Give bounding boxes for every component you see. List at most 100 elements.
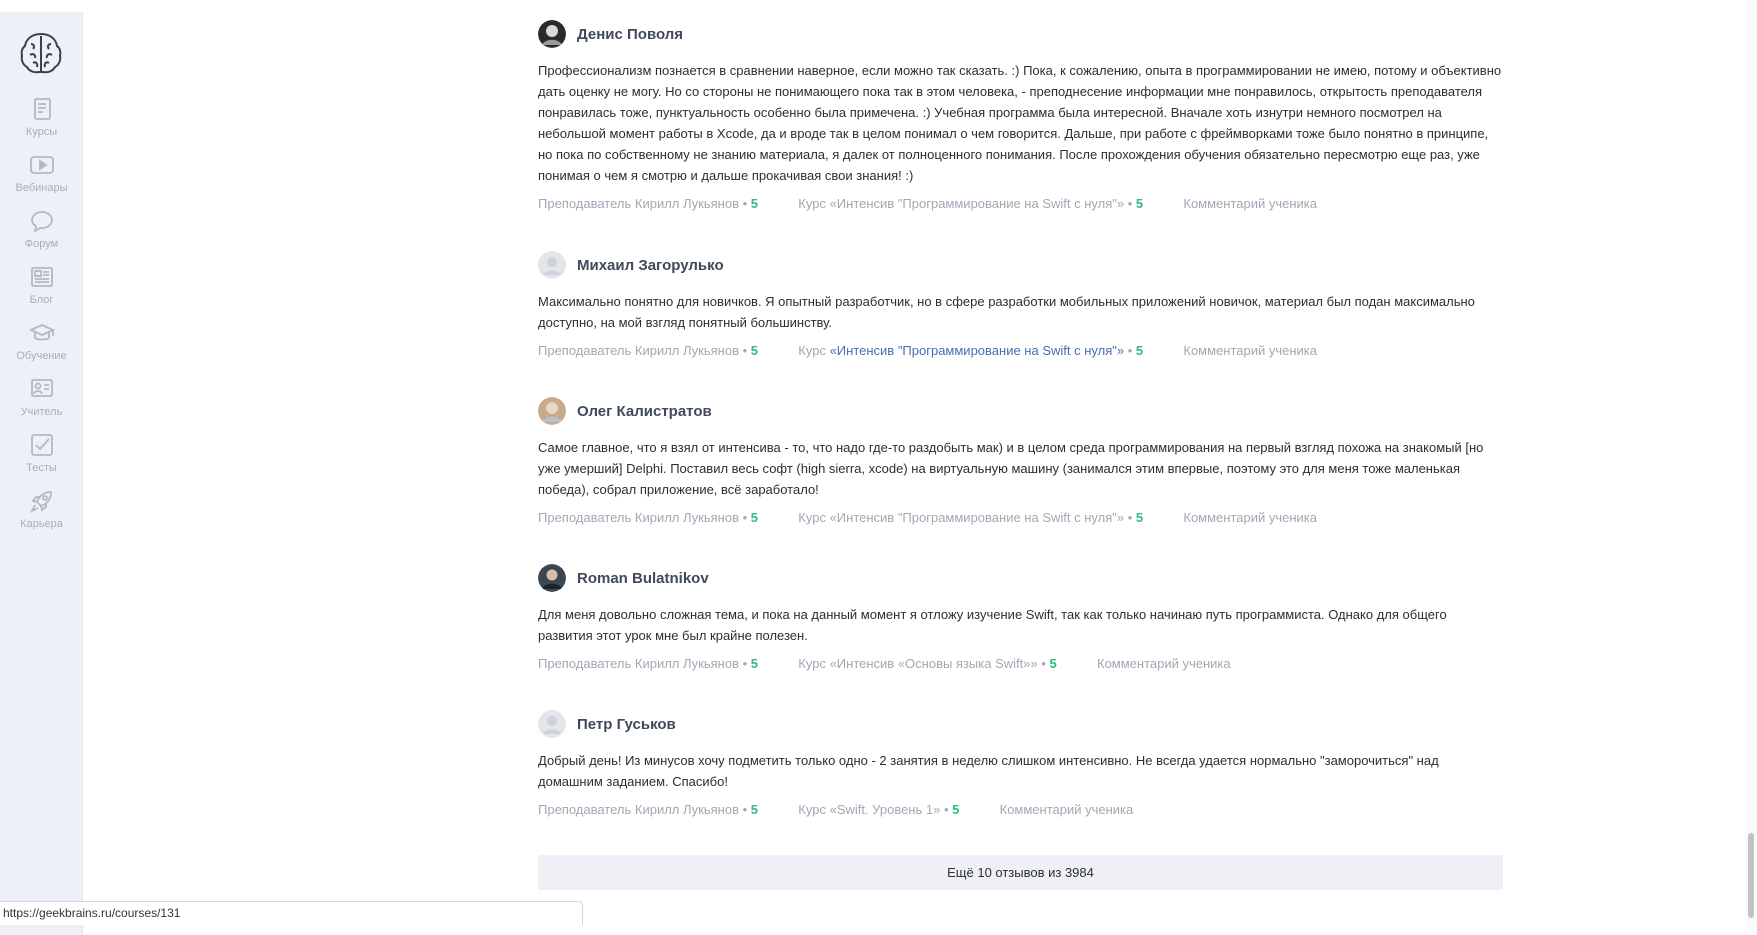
sidebar-item-learning[interactable]: Обучение	[0, 320, 83, 376]
play-icon	[29, 156, 54, 174]
review-text: Добрый день! Из минусов хочу подметить т…	[538, 753, 1439, 789]
separator-dot: •	[742, 510, 751, 525]
course-link[interactable]: «Интенсив "Программирование на Swift с н…	[830, 510, 1125, 525]
course-score: 5	[1135, 196, 1144, 211]
reviewer-name[interactable]: Roman Bulatnikov	[577, 570, 709, 587]
graduation-cap-icon	[28, 324, 55, 341]
teacher-score: 5	[750, 343, 759, 358]
course-link[interactable]: «Интенсив "Программирование на Swift с н…	[830, 196, 1125, 211]
student-comment-label: Комментарий ученика	[1183, 343, 1318, 358]
brain-logo-icon[interactable]	[18, 30, 64, 76]
sidebar-item-forum[interactable]: Форум	[0, 208, 83, 264]
reviewer-name[interactable]: Денис Поволя	[577, 26, 683, 43]
chat-bubble-icon	[30, 211, 53, 233]
sidebar-item-label: Форум	[24, 238, 59, 250]
sidebar: Курсы Вебинары Форум Блог Обучение Учите…	[0, 12, 83, 935]
course-prefix: Курс	[798, 656, 830, 671]
sidebar-item-blog[interactable]: Блог	[0, 264, 83, 320]
review-item: Михаил Загорулько Максимально понятно дл…	[538, 251, 1504, 358]
status-bar-url: https://geekbrains.ru/courses/131	[0, 901, 583, 925]
review-item: Денис Поволя Профессионализм познается в…	[538, 20, 1504, 211]
teacher-link[interactable]: Преподаватель Кирилл Лукьянов	[538, 802, 739, 817]
review-text: Для меня довольно сложная тема, и пока н…	[538, 607, 1447, 643]
review-item: Петр Гуськов Добрый день! Из минусов хоч…	[538, 710, 1504, 817]
sidebar-item-career[interactable]: Карьера	[0, 488, 83, 544]
sidebar-item-label: Блог	[29, 294, 54, 306]
review-meta: Преподаватель Кирилл Лукьянов • 5 Курс «…	[538, 510, 1504, 525]
separator-dot: •	[742, 656, 751, 671]
avatar[interactable]	[538, 20, 566, 48]
review-meta: Преподаватель Кирилл Лукьянов • 5 Курс «…	[538, 343, 1504, 358]
avatar[interactable]	[538, 564, 566, 592]
separator-dot: •	[742, 196, 751, 211]
course-score: 5	[952, 802, 960, 817]
review-header: Олег Калистратов	[538, 397, 1504, 425]
review-header: Roman Bulatnikov	[538, 564, 1504, 592]
separator-dot: •	[943, 802, 953, 817]
student-comment-label: Комментарий ученика	[1097, 656, 1231, 671]
teacher-board-icon	[30, 379, 53, 397]
review-header: Михаил Загорулько	[538, 251, 1504, 279]
teacher-link[interactable]: Преподаватель Кирилл Лукьянов	[538, 656, 739, 671]
separator-dot: •	[1041, 656, 1050, 671]
course-link[interactable]: «Интенсив «Основы языка Swift»»	[830, 656, 1038, 671]
sidebar-item-tests[interactable]: Тесты	[0, 432, 83, 488]
course-link[interactable]: «Интенсив "Программирование на Swift с н…	[830, 343, 1125, 358]
review-text: Самое главное, что я взял от интенсива -…	[538, 440, 1484, 497]
review-header: Петр Гуськов	[538, 710, 1504, 738]
separator-dot: •	[742, 802, 751, 817]
teacher-link[interactable]: Преподаватель Кирилл Лукьянов	[538, 343, 739, 358]
teacher-score: 5	[750, 196, 759, 211]
review-item: Roman Bulatnikov Для меня довольно сложн…	[538, 564, 1504, 671]
review-meta: Преподаватель Кирилл Лукьянов • 5 Курс «…	[538, 196, 1504, 211]
course-prefix: Курс	[798, 196, 830, 211]
teacher-score: 5	[750, 656, 759, 671]
teacher-score: 5	[750, 510, 759, 525]
review-item: Олег Калистратов Самое главное, что я вз…	[538, 397, 1504, 525]
separator-dot: •	[1127, 510, 1136, 525]
sidebar-item-webinars[interactable]: Вебинары	[0, 152, 83, 208]
checkbox-icon	[30, 434, 53, 456]
reviewer-name[interactable]: Петр Гуськов	[577, 716, 676, 733]
teacher-score: 5	[750, 802, 759, 817]
load-more-reviews-button[interactable]: Ещё 10 отзывов из 3984	[538, 855, 1503, 890]
scrollbar-thumb[interactable]	[1748, 833, 1754, 918]
review-meta: Преподаватель Кирилл Лукьянов • 5 Курс «…	[538, 656, 1504, 671]
course-score: 5	[1135, 343, 1144, 358]
student-comment-label: Комментарий ученика	[1183, 196, 1318, 211]
teacher-link[interactable]: Преподаватель Кирилл Лукьянов	[538, 196, 739, 211]
review-text: Профессионализм познается в сравнении на…	[538, 63, 1502, 183]
course-score: 5	[1049, 656, 1057, 671]
book-icon	[33, 98, 51, 120]
course-score: 5	[1135, 510, 1144, 525]
sidebar-item-label: Учитель	[20, 406, 63, 418]
avatar[interactable]	[538, 710, 566, 738]
separator-dot: •	[742, 343, 751, 358]
student-comment-label: Комментарий ученика	[1183, 510, 1318, 525]
reviewer-name[interactable]: Михаил Загорулько	[577, 257, 724, 274]
review-header: Денис Поволя	[538, 20, 1504, 48]
sidebar-item-label: Тесты	[26, 462, 57, 474]
page: Курсы Вебинары Форум Блог Обучение Учите…	[0, 0, 1757, 935]
review-text: Максимально понятно для новичков. Я опыт…	[538, 294, 1475, 330]
scrollbar[interactable]	[1745, 0, 1757, 935]
rocket-icon	[29, 491, 52, 514]
sidebar-item-courses[interactable]: Курсы	[0, 96, 83, 152]
sidebar-item-teacher[interactable]: Учитель	[0, 376, 83, 432]
separator-dot: •	[1127, 343, 1136, 358]
sidebar-item-label: Вебинары	[15, 182, 68, 194]
avatar[interactable]	[538, 251, 566, 279]
student-comment-label: Комментарий ученика	[999, 802, 1134, 817]
course-prefix: Курс	[798, 802, 830, 817]
course-prefix: Курс	[798, 343, 830, 358]
sidebar-item-label: Курсы	[25, 126, 58, 138]
separator-dot: •	[1127, 196, 1136, 211]
course-link[interactable]: «Swift. Уровень 1»	[830, 802, 941, 817]
avatar[interactable]	[538, 397, 566, 425]
review-meta: Преподаватель Кирилл Лукьянов • 5 Курс «…	[538, 802, 1504, 817]
teacher-link[interactable]: Преподаватель Кирилл Лукьянов	[538, 510, 739, 525]
sidebar-item-label: Карьера	[20, 518, 63, 530]
reviewer-name[interactable]: Олег Калистратов	[577, 403, 712, 420]
sidebar-item-label: Обучение	[16, 350, 67, 362]
newspaper-icon	[30, 267, 53, 287]
